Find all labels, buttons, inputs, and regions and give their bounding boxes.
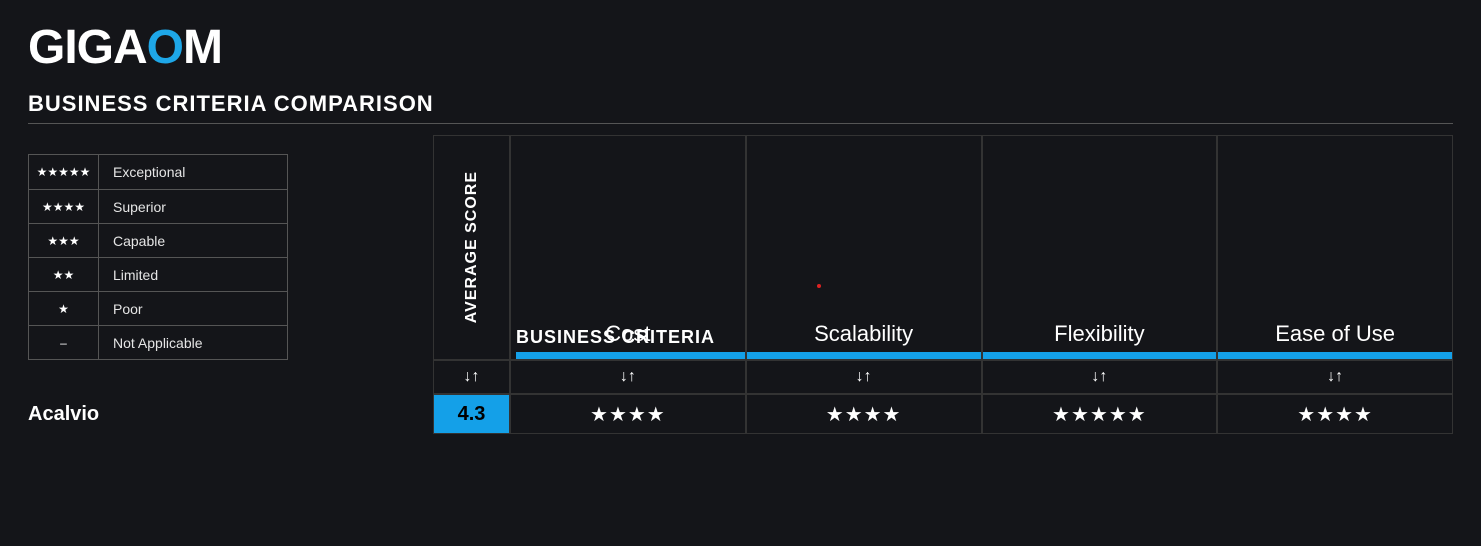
sort-icon: ↓↑ (1091, 368, 1107, 386)
sort-icon: ↓↑ (856, 368, 872, 386)
logo-part2: O (147, 20, 183, 75)
sort-icon: ↓↑ (464, 368, 480, 386)
criteria-label: Scalability (814, 321, 913, 347)
criteria-label: Flexibility (1054, 321, 1144, 347)
vendor-name: Acalvio (28, 394, 433, 434)
logo-part1: GIGA (28, 20, 147, 75)
rating-cell: ★★★★ (746, 394, 982, 434)
page-title: BUSINESS CRITERIA COMPARISON (28, 91, 1453, 117)
rating-cell: ★★★★★ (982, 394, 1218, 434)
logo-part3: M (183, 20, 222, 75)
red-dot-icon (817, 284, 821, 288)
criteria-header: Scalability (746, 135, 982, 360)
rating-cell: ★★★★ (510, 394, 746, 434)
rating-cell: ★★★★ (1217, 394, 1453, 434)
sort-button[interactable]: ↓↑ (1217, 360, 1453, 394)
sort-button[interactable]: ↓↑ (510, 360, 746, 394)
avg-score-label: AVERAGE SCORE (463, 171, 481, 323)
criteria-label: Ease of Use (1275, 321, 1395, 347)
avg-score-value: 4.3 (433, 394, 510, 434)
sort-icon: ↓↑ (620, 368, 636, 386)
divider (28, 123, 1453, 124)
criteria-header: Flexibility (982, 135, 1218, 360)
table-row: Acalvio 4.3 ★★★★ ★★★★ ★★★★★ ★★★★ (28, 394, 1453, 434)
logo: GIGAOM (28, 20, 1453, 75)
criteria-header: Cost (510, 135, 746, 360)
avg-score-header: AVERAGE SCORE (433, 135, 510, 360)
sort-button[interactable]: ↓↑ (746, 360, 982, 394)
criteria-label: Cost (605, 321, 650, 347)
sort-button[interactable]: ↓↑ (982, 360, 1218, 394)
sort-icon: ↓↑ (1327, 368, 1343, 386)
sort-button[interactable]: ↓↑ (433, 360, 510, 394)
criteria-header: Ease of Use (1217, 135, 1453, 360)
